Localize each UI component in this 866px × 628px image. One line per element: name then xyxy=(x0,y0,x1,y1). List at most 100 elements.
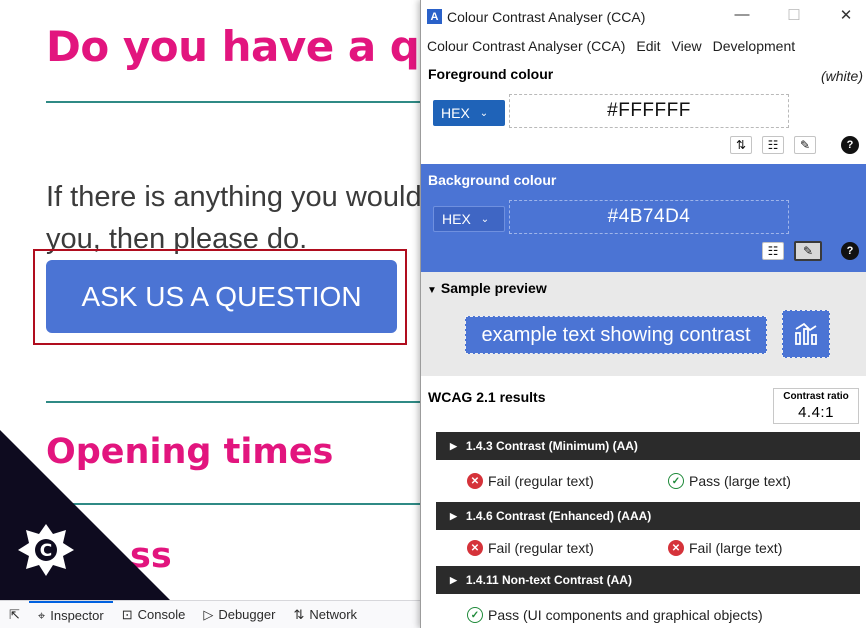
foreground-eyedropper-button[interactable]: ✎ xyxy=(794,136,816,154)
result-item: ✕ Fail (regular text) xyxy=(467,473,594,489)
foreground-section: Foreground colour (white) HEX ⌄ #FFFFFF … xyxy=(421,58,866,164)
pass-icon: ✓ xyxy=(668,473,684,489)
menu-item-app[interactable]: Colour Contrast Analyser (CCA) xyxy=(427,38,625,54)
result-item: ✕ Fail (large text) xyxy=(668,540,782,556)
background-format-value: HEX xyxy=(442,211,471,227)
wcag-results-section: WCAG 2.1 results Contrast ratio 4.4:1 ▶ … xyxy=(421,376,866,628)
foreground-colour-name: (white) xyxy=(820,68,863,84)
sliders-icon: ☷ xyxy=(767,244,779,258)
tab-console-label: Console xyxy=(137,607,186,622)
foreground-format-select[interactable]: HEX ⌄ xyxy=(433,100,505,126)
background-sliders-button[interactable]: ☷ xyxy=(762,242,784,260)
sliders-icon: ☷ xyxy=(767,138,779,152)
fail-icon: ✕ xyxy=(467,473,483,489)
criterion-1-4-6-toggle[interactable]: ▶ 1.4.6 Contrast (Enhanced) (AAA) xyxy=(436,502,860,530)
fail-icon: ✕ xyxy=(668,540,684,556)
menu-item-edit[interactable]: Edit xyxy=(636,38,660,54)
foreground-hex-input[interactable]: #FFFFFF xyxy=(509,94,789,128)
divider xyxy=(46,101,426,103)
background-eyedropper-button[interactable]: ✎ xyxy=(794,241,822,261)
result-text: Fail (regular text) xyxy=(488,540,594,556)
result-text: Pass (large text) xyxy=(689,473,791,489)
app-logo-icon: A xyxy=(427,9,442,24)
triangle-right-icon: ▶ xyxy=(450,510,457,521)
intro-line-1: If there is anything you would like to a… xyxy=(46,181,559,213)
tab-network-label: Network xyxy=(309,607,358,622)
contrast-ratio-label: Contrast ratio xyxy=(783,391,849,402)
network-icon: ⇅ xyxy=(293,606,305,622)
title-bar: A Colour Contrast Analyser (CCA) — ☐ ✕ xyxy=(421,0,866,34)
triangle-down-icon: ▼ xyxy=(427,285,437,296)
window-title: Colour Contrast Analyser (CCA) xyxy=(447,9,646,25)
swap-colours-button[interactable]: ⇅ xyxy=(730,136,752,154)
result-item: ✓ Pass (large text) xyxy=(668,473,791,489)
foreground-label: Foreground colour xyxy=(428,66,554,82)
fail-icon: ✕ xyxy=(467,540,483,556)
tab-debugger[interactable]: ▷ Debugger xyxy=(194,601,284,628)
contrast-ratio-box: Contrast ratio 4.4:1 xyxy=(773,388,859,424)
sample-preview-section: ▼ Sample preview example text showing con… xyxy=(421,272,866,376)
tab-network[interactable]: ⇅ Network xyxy=(284,601,366,628)
pick-element-button[interactable]: ⇱ xyxy=(0,601,29,628)
result-item: ✕ Fail (regular text) xyxy=(467,540,594,556)
background-format-select[interactable]: HEX ⌄ xyxy=(433,206,505,232)
badge-c-icon: C xyxy=(18,524,74,576)
ask-question-button[interactable]: ASK US A QUESTION xyxy=(46,260,397,333)
contrast-ratio-value: 4.4:1 xyxy=(798,404,834,421)
help-icon: ? xyxy=(846,139,854,151)
result-text: Fail (regular text) xyxy=(488,473,594,489)
intro-paragraph: If there is anything you would like to a… xyxy=(46,176,559,260)
inspector-icon: ⌖ xyxy=(37,607,46,623)
background-help-button[interactable]: ? xyxy=(841,242,859,260)
foreground-format-value: HEX xyxy=(441,105,470,121)
pass-icon: ✓ xyxy=(467,607,483,623)
chevron-down-icon: ⌄ xyxy=(479,107,489,119)
wcag-results-title: WCAG 2.1 results xyxy=(428,389,546,405)
criterion-1-4-3-toggle[interactable]: ▶ 1.4.3 Contrast (Minimum) (AA) xyxy=(436,432,860,460)
chart-button[interactable] xyxy=(782,310,830,358)
console-icon: ⊡ xyxy=(121,606,133,622)
background-section: Background colour HEX ⌄ #4B74D4 ☷ ✎ ? xyxy=(421,164,866,272)
result-text: Pass (UI components and graphical object… xyxy=(488,607,763,623)
background-hex-input[interactable]: #4B74D4 xyxy=(509,200,789,234)
help-icon: ? xyxy=(846,245,854,257)
result-item: ✓ Pass (UI components and graphical obje… xyxy=(467,607,763,623)
chevron-down-icon: ⌄ xyxy=(480,213,490,225)
menu-item-view[interactable]: View xyxy=(672,38,702,54)
menu-bar: Colour Contrast Analyser (CCA) Edit View… xyxy=(421,34,866,58)
eyedropper-icon: ✎ xyxy=(802,244,814,258)
opening-times-heading: Opening times xyxy=(46,432,334,472)
sample-preview-title: Sample preview xyxy=(440,280,547,296)
criterion-1-4-11-toggle[interactable]: ▶ 1.4.11 Non-text Contrast (AA) xyxy=(436,566,860,594)
close-icon[interactable]: ✕ xyxy=(831,6,861,24)
pick-element-icon: ⇱ xyxy=(9,606,20,622)
tab-debugger-label: Debugger xyxy=(218,607,276,622)
sample-text-preview: example text showing contrast xyxy=(465,316,767,354)
maximize-icon[interactable]: ☐ xyxy=(779,6,809,24)
triangle-right-icon: ▶ xyxy=(450,574,457,585)
tab-inspector-label: Inspector xyxy=(50,608,104,623)
screen: Do you have a question? If there is anyt… xyxy=(0,0,866,628)
foreground-help-button[interactable]: ? xyxy=(841,136,859,154)
eyedropper-icon: ✎ xyxy=(799,138,811,152)
tab-inspector[interactable]: ⌖ Inspector xyxy=(28,600,113,628)
foreground-sliders-button[interactable]: ☷ xyxy=(762,136,784,154)
triangle-right-icon: ▶ xyxy=(450,440,457,451)
sample-preview-toggle[interactable]: ▼ Sample preview xyxy=(427,280,547,296)
divider xyxy=(46,503,426,505)
criterion-label: 1.4.3 Contrast (Minimum) (AA) xyxy=(465,439,638,453)
criterion-label: 1.4.11 Non-text Contrast (AA) xyxy=(465,573,632,587)
result-text: Fail (large text) xyxy=(689,540,783,556)
svg-text:C: C xyxy=(40,541,52,561)
cca-window: A Colour Contrast Analyser (CCA) — ☐ ✕ C… xyxy=(420,0,866,628)
tab-console[interactable]: ⊡ Console xyxy=(113,601,195,628)
chart-icon xyxy=(795,322,817,345)
minimize-icon[interactable]: — xyxy=(727,6,757,23)
background-label: Background colour xyxy=(428,172,557,188)
debugger-icon: ▷ xyxy=(203,606,214,622)
address-heading: ss xyxy=(130,536,172,576)
swap-icon: ⇅ xyxy=(735,138,747,152)
criterion-label: 1.4.6 Contrast (Enhanced) (AAA) xyxy=(465,509,652,523)
divider xyxy=(46,401,426,403)
menu-item-development[interactable]: Development xyxy=(713,38,796,54)
